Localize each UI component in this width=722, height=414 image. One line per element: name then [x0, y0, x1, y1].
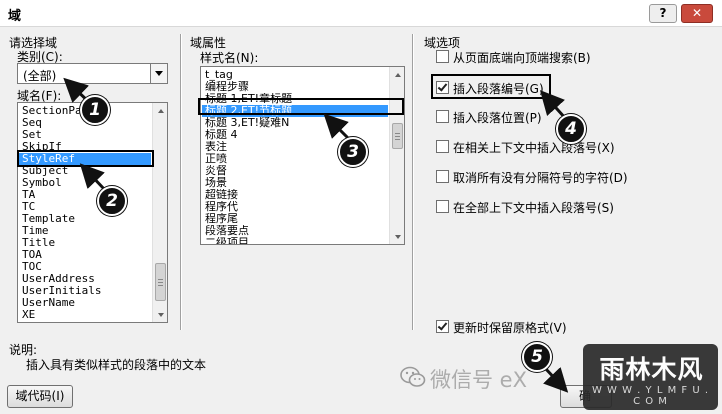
- suppress-non-delimiter-label: 取消所有没有分隔符号的字符(D): [453, 171, 628, 185]
- field-list-scrollbar[interactable]: [152, 103, 167, 322]
- column-divider: [180, 34, 182, 330]
- full-context-label: 在全部上下文中插入段落号(S): [453, 201, 614, 215]
- style-list-scroll-thumb[interactable]: [392, 123, 403, 149]
- scroll-up-icon[interactable]: [390, 67, 404, 82]
- help-button[interactable]: ?: [649, 4, 677, 23]
- style-list-item[interactable]: 程序尾: [202, 213, 388, 225]
- window-title: 域: [8, 9, 22, 24]
- stylerefhighlight-box: [17, 150, 154, 167]
- style-list-item[interactable]: 标题 3,ET!疑难N: [202, 117, 388, 129]
- style-list-item[interactable]: 超链接: [202, 189, 388, 201]
- logo-name: 雨林木风: [599, 355, 704, 384]
- field-list-item[interactable]: UserAddress: [19, 273, 151, 285]
- step-badge-1: 1: [80, 95, 110, 125]
- style-list-item[interactable]: 程序代: [202, 201, 388, 213]
- category-select[interactable]: (全部): [17, 63, 168, 84]
- field-list-item[interactable]: UserInitials: [19, 285, 151, 297]
- heading2-highlight-box: [198, 98, 404, 115]
- field-list-item[interactable]: Title: [19, 237, 151, 249]
- field-list-scroll-thumb[interactable]: [155, 263, 166, 301]
- relative-context-checkbox[interactable]: [436, 140, 449, 153]
- step-badge-3: 3: [338, 137, 368, 167]
- close-button[interactable]: ✕: [681, 4, 713, 23]
- title-bar: 域 ? ✕: [0, 0, 722, 27]
- checkmark-icon: [437, 320, 448, 331]
- field-list-item[interactable]: TOA: [19, 249, 151, 261]
- insert-paragraph-position-checkbox[interactable]: [436, 110, 449, 123]
- paragraph-number-highlight-box: [431, 74, 551, 99]
- preserve-format-label: 更新时保留原格式(V): [453, 321, 567, 335]
- arrow-5-icon: [543, 366, 569, 393]
- style-name-label: 样式名(N):: [200, 51, 259, 65]
- field-name-list[interactable]: SectionPages Seq Set SkipIf StyleRef Subject S…: [17, 102, 168, 323]
- style-list-item[interactable]: t_tag: [202, 69, 388, 81]
- wechat-icon: [400, 366, 426, 387]
- field-list-item[interactable]: UserName: [19, 297, 151, 309]
- field-list-item[interactable]: TOC: [19, 261, 151, 273]
- category-value: (全部): [23, 69, 57, 83]
- ylmf-logo: 雨林木风 W W W . Y L M F U . C O M: [583, 344, 718, 410]
- step-badge-4: 4: [556, 114, 586, 144]
- step-badge-2: 2: [97, 186, 127, 216]
- field-list-item[interactable]: TA: [19, 189, 151, 201]
- description-text: 插入具有类似样式的段落中的文本: [26, 358, 207, 372]
- relative-context-label: 在相关上下文中插入段落号(X): [453, 141, 615, 155]
- style-list-scrollbar[interactable]: [389, 67, 404, 244]
- full-context-checkbox[interactable]: [436, 200, 449, 213]
- style-name-list[interactable]: t_tag 编程步骤 标题 1,ET!章标题 标题 2,ET!节标题 标题 3,ET!疑…: [200, 66, 405, 245]
- category-dropdown-button[interactable]: [150, 64, 167, 83]
- style-list-item[interactable]: 炎督: [202, 165, 388, 177]
- field-list-item[interactable]: Time: [19, 225, 151, 237]
- field-list-item[interactable]: Symbol: [19, 177, 151, 189]
- field-list-item[interactable]: Set: [19, 129, 151, 141]
- style-list-item[interactable]: 场景: [202, 177, 388, 189]
- scroll-up-icon[interactable]: [153, 103, 167, 118]
- insert-paragraph-position-label: 插入段落位置(P): [453, 111, 542, 125]
- suppress-non-delimiter-checkbox[interactable]: [436, 170, 449, 183]
- step-badge-5: 5: [522, 342, 552, 372]
- field-list-item[interactable]: Template: [19, 213, 151, 225]
- chevron-down-icon: [155, 71, 163, 76]
- style-list-item[interactable]: 段落要点: [202, 225, 388, 237]
- search-bottom-up-label: 从页面底端向顶端搜索(B): [453, 51, 591, 65]
- style-list-item[interactable]: 二级项目: [202, 237, 388, 244]
- style-list-item[interactable]: 编程步骤: [202, 81, 388, 93]
- logo-url: W W W . Y L M F U . C O M: [591, 385, 709, 407]
- wechat-watermark: 微信号 eX: [430, 368, 527, 392]
- field-list-item[interactable]: XE: [19, 309, 151, 321]
- scroll-down-icon[interactable]: [390, 229, 404, 244]
- search-bottom-up-checkbox[interactable]: [436, 50, 449, 63]
- scroll-down-icon[interactable]: [153, 307, 167, 322]
- field-list-item[interactable]: TC: [19, 201, 151, 213]
- preserve-format-checkbox[interactable]: [436, 320, 449, 333]
- column-divider: [412, 34, 414, 330]
- field-codes-button[interactable]: 域代码(I): [7, 385, 73, 408]
